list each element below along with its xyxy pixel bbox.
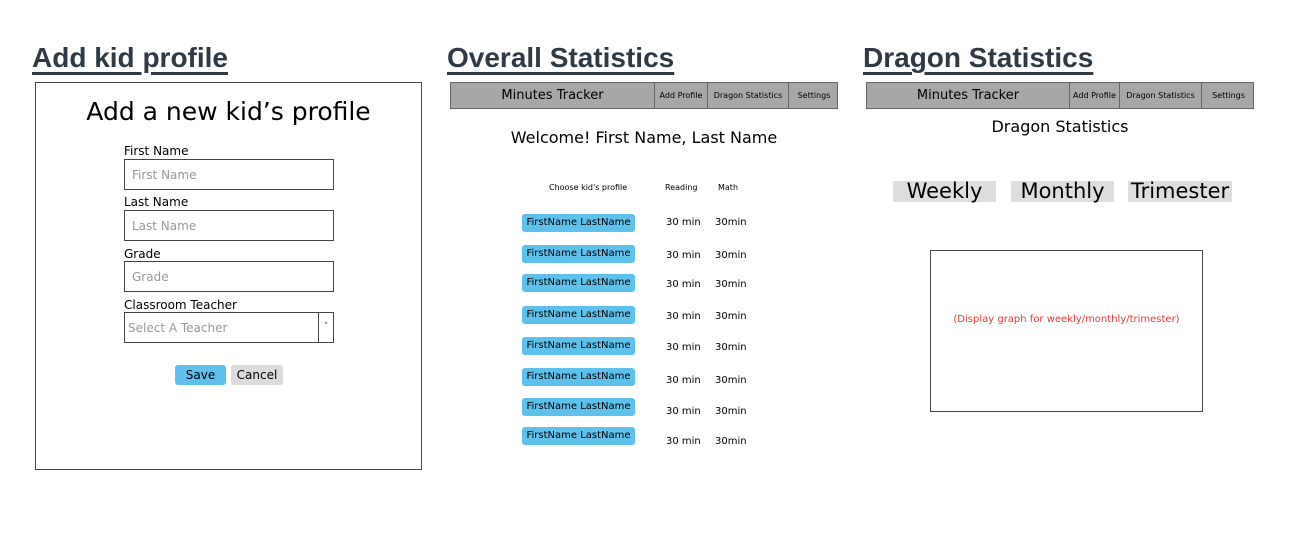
add-profile-heading: Add a new kid’s profile xyxy=(86,97,371,126)
teacher-select-value: Select A Teacher xyxy=(128,321,228,335)
nav-bar-dragon: Minutes Tracker Add Profile Dragon Stati… xyxy=(866,82,1254,109)
dragon-statistics-title: Dragon Statistics xyxy=(863,42,1094,73)
nav-dragon-statistics[interactable]: Dragon Statistics xyxy=(707,83,788,108)
reading-minutes: 30 min xyxy=(666,250,701,261)
graph-placeholder-text: (Display graph for weekly/monthly/trimes… xyxy=(953,314,1180,325)
nav-add-profile[interactable]: Add Profile xyxy=(1069,83,1119,108)
tab-trimester[interactable]: Trimester xyxy=(1128,181,1232,202)
graph-placeholder-box: (Display graph for weekly/monthly/trimes… xyxy=(930,250,1203,412)
math-minutes: 30min xyxy=(715,250,747,261)
grade-label: Grade xyxy=(124,247,161,261)
math-minutes: 30min xyxy=(715,311,747,322)
reading-minutes: 30 min xyxy=(666,406,701,417)
reading-minutes: 30 min xyxy=(666,342,701,353)
tab-monthly[interactable]: Monthly xyxy=(1011,181,1114,202)
add-kid-profile-title: Add kid profile xyxy=(32,42,228,73)
math-minutes: 30min xyxy=(715,375,747,386)
teacher-select[interactable]: Select A Teacher ˅ xyxy=(124,312,334,343)
math-minutes: 30min xyxy=(715,342,747,353)
first-name-label: First Name xyxy=(124,144,189,158)
kid-profile-button[interactable]: FirstName LastName xyxy=(522,306,635,324)
first-name-input[interactable]: First Name xyxy=(124,159,334,190)
cancel-button[interactable]: Cancel xyxy=(231,365,283,385)
nav-bar-overall: Minutes Tracker Add Profile Dragon Stati… xyxy=(450,82,838,109)
last-name-input[interactable]: Last Name xyxy=(124,210,334,241)
nav-dragon-statistics[interactable]: Dragon Statistics xyxy=(1119,83,1201,108)
chevron-down-icon[interactable]: ˅ xyxy=(318,313,333,342)
nav-settings[interactable]: Settings xyxy=(1201,83,1255,108)
math-minutes: 30min xyxy=(715,406,747,417)
tab-weekly[interactable]: Weekly xyxy=(893,181,996,202)
kid-profile-button[interactable]: FirstName LastName xyxy=(522,245,635,263)
kid-profile-button[interactable]: FirstName LastName xyxy=(522,398,635,416)
nav-brand[interactable]: Minutes Tracker xyxy=(451,83,654,108)
nav-brand[interactable]: Minutes Tracker xyxy=(867,83,1069,108)
kid-profile-button[interactable]: FirstName LastName xyxy=(522,274,635,292)
col-header-reading: Reading xyxy=(665,183,698,192)
kid-profile-button[interactable]: FirstName LastName xyxy=(522,427,635,445)
last-name-label: Last Name xyxy=(124,195,189,209)
math-minutes: 30min xyxy=(715,279,747,290)
reading-minutes: 30 min xyxy=(666,375,701,386)
dragon-statistics-heading: Dragon Statistics xyxy=(991,117,1129,136)
teacher-label: Classroom Teacher xyxy=(124,298,237,312)
col-header-math: Math xyxy=(718,183,739,192)
kid-profile-button[interactable]: FirstName LastName xyxy=(522,214,635,232)
math-minutes: 30min xyxy=(715,436,747,447)
reading-minutes: 30 min xyxy=(666,436,701,447)
overall-statistics-title: Overall Statistics xyxy=(447,42,675,73)
add-profile-panel: Add a new kid’s profile First Name First… xyxy=(35,82,422,470)
math-minutes: 30min xyxy=(715,217,747,228)
nav-add-profile[interactable]: Add Profile xyxy=(654,83,707,108)
kid-profile-button[interactable]: FirstName LastName xyxy=(522,368,635,386)
kid-profile-button[interactable]: FirstName LastName xyxy=(522,337,635,355)
reading-minutes: 30 min xyxy=(666,311,701,322)
welcome-message: Welcome! First Name, Last Name xyxy=(510,128,778,147)
nav-settings[interactable]: Settings xyxy=(788,83,839,108)
reading-minutes: 30 min xyxy=(666,279,701,290)
save-button[interactable]: Save xyxy=(175,365,226,385)
reading-minutes: 30 min xyxy=(666,217,701,228)
col-header-profile: Choose kid's profile xyxy=(549,183,628,192)
grade-input[interactable]: Grade xyxy=(124,261,334,292)
